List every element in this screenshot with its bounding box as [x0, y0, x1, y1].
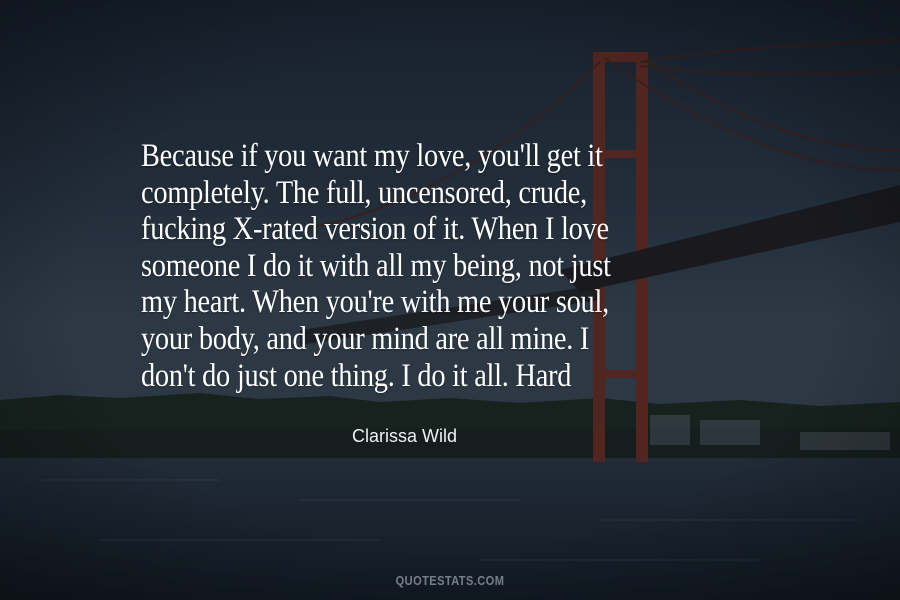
site-watermark: QUOTESTATS.COM [395, 573, 505, 588]
quote-line: Because if you want my love, you'll get … [141, 138, 603, 174]
quote-line: my heart. When you're with me your soul, [141, 284, 609, 321]
quote-line: completely. The full, uncensored, crude, [141, 174, 587, 211]
quote-line: your body, and your mind are all mine. I [141, 320, 590, 357]
quote-line: fucking X-rated version of it. When I lo… [141, 211, 609, 248]
quote-text: Because if you want my love, you'll get … [141, 138, 781, 394]
quote-line: someone I do it with all my being, not j… [141, 247, 611, 284]
quote-author: Clarissa Wild [352, 426, 458, 446]
quote-line: don't do just one thing. I do it all. Ha… [141, 357, 572, 394]
